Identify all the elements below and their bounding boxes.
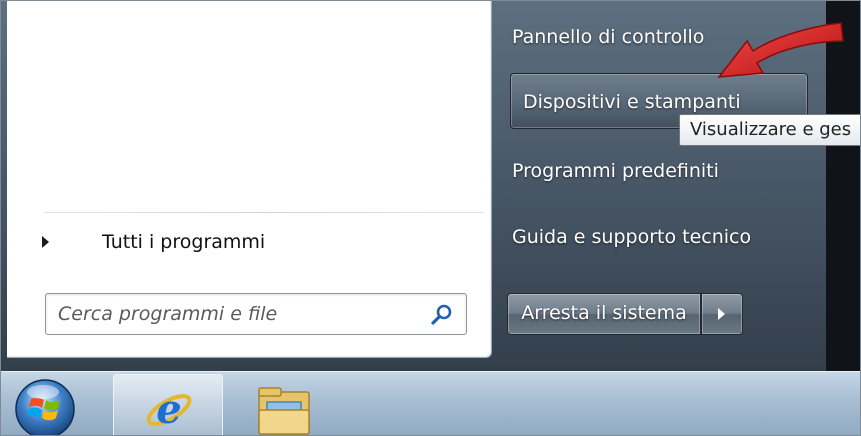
shutdown-button[interactable]: Arresta il sistema — [507, 293, 701, 335]
svg-text:e: e — [156, 386, 181, 433]
all-programs-item[interactable]: Tutti i programmi — [35, 227, 475, 257]
triangle-right-icon — [42, 236, 49, 248]
default-programs-label: Programmi predefiniti — [512, 160, 719, 182]
all-programs-label: Tutti i programmi — [102, 231, 266, 253]
tooltip-text: Visualizzare e ges — [690, 119, 852, 140]
help-and-support-label: Guida e supporto tecnico — [512, 226, 752, 248]
windows-explorer-taskbar-button[interactable] — [241, 374, 331, 435]
default-programs-item[interactable]: Programmi predefiniti — [512, 155, 719, 187]
start-menu-left-pane: Tutti i programmi — [7, 1, 492, 358]
shutdown-label: Arresta il sistema — [521, 302, 687, 324]
control-panel-item[interactable]: Pannello di controllo — [512, 21, 704, 53]
shutdown-options-button[interactable] — [701, 293, 743, 335]
taskbar: e — [1, 371, 860, 436]
start-orb-icon[interactable] — [13, 377, 77, 436]
control-panel-label: Pannello di controllo — [512, 26, 705, 48]
search-icon[interactable] — [430, 303, 454, 327]
triangle-right-icon — [718, 308, 725, 320]
search-box[interactable] — [45, 293, 467, 335]
tooltip: Visualizzare e ges — [679, 114, 860, 146]
desktop-edge — [826, 1, 860, 373]
internet-explorer-taskbar-button[interactable]: e — [113, 374, 223, 435]
help-and-support-item[interactable]: Guida e supporto tecnico — [512, 221, 751, 253]
search-input[interactable] — [56, 300, 420, 328]
left-pane-separator — [44, 212, 484, 213]
screenshot-frame: Tutti i programmi Pannello di controllo … — [0, 0, 861, 436]
folder-icon — [258, 387, 310, 435]
internet-explorer-icon: e — [146, 386, 192, 433]
